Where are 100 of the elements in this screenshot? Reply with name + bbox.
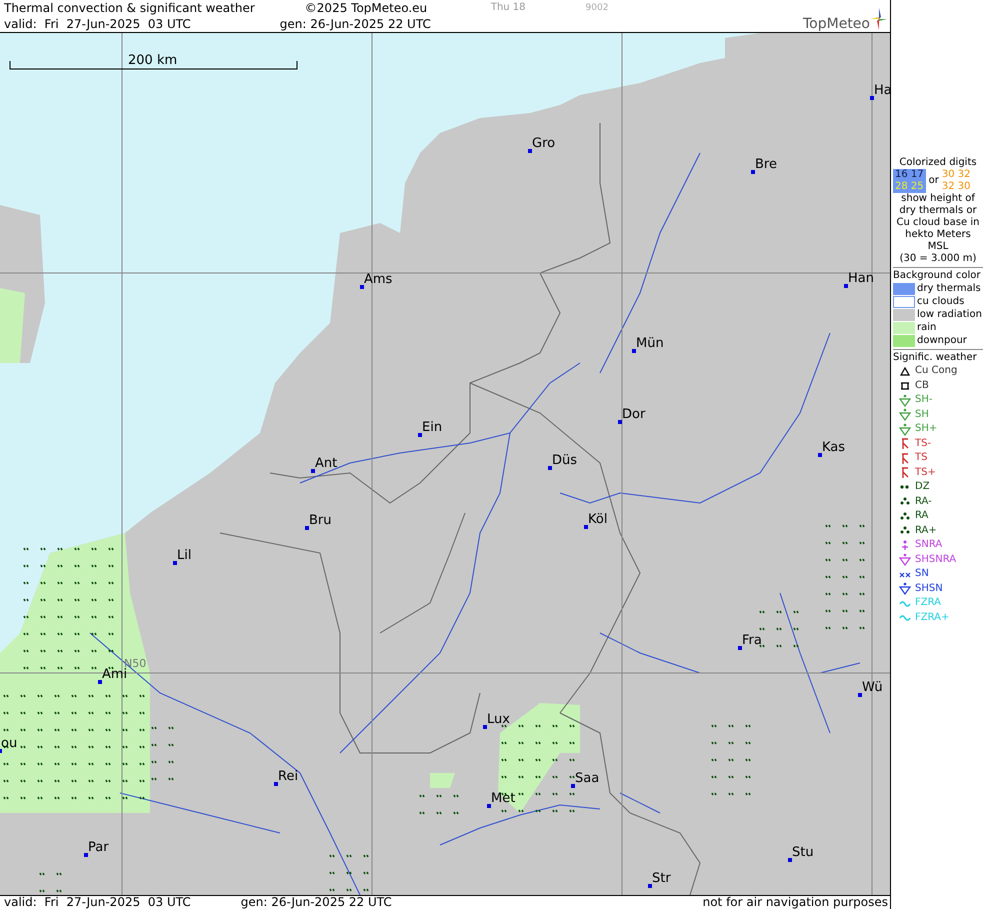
city-marker-icon [173, 561, 177, 565]
legend-label: Cu Cong [915, 365, 958, 378]
shower-symbol-icon [899, 422, 911, 436]
digits-sample: 30 32 [942, 169, 971, 181]
city-label: Köl [588, 512, 608, 527]
legend-label: low radiation [917, 308, 982, 320]
valid-time: valid: Fri 27-Jun-2025 03 UTC [4, 16, 192, 32]
or-text: or [928, 175, 939, 187]
city-label: Saa [575, 771, 600, 786]
legend-label: cu clouds [917, 296, 964, 308]
city-marker-icon [584, 525, 588, 529]
legend-label: FZRA+ [915, 612, 950, 624]
city-marker-icon [311, 469, 315, 473]
city-marker-icon [618, 420, 622, 424]
city-marker-icon [648, 884, 652, 888]
city-label: Ant [315, 456, 338, 471]
city-marker-icon [0, 749, 2, 753]
city-marker-icon [274, 782, 278, 786]
city-label: Düs [552, 453, 578, 468]
city-label: Lil [177, 548, 192, 563]
digits-sample: 16 17 [895, 169, 924, 181]
thunder-symbol-icon [899, 466, 911, 480]
legend-label: dry thermals [917, 282, 981, 294]
generated-time: gen: 26-Jun-2025 22 UTC [240, 896, 392, 909]
city-label: Ein [422, 420, 442, 435]
city-label: Fra [742, 633, 762, 648]
city-label: Par [88, 840, 109, 855]
city-marker-icon [84, 853, 88, 857]
legend-label: rain [917, 322, 936, 334]
shower-symbol-icon [899, 553, 911, 566]
legend-label: FZRA [915, 597, 941, 610]
city-marker-icon [751, 170, 755, 174]
city-label: Han [848, 271, 874, 286]
legend-label: SH+ [915, 423, 938, 436]
city-marker-icon [483, 725, 487, 729]
legend-label: CB [915, 380, 929, 392]
map-title: Thermal convection & significant weather [4, 0, 255, 16]
legend-label: TS- [915, 438, 932, 450]
legend-label: SHSN [915, 582, 943, 595]
shower-symbol-icon [899, 394, 911, 407]
copyright-text: ©2025 TopMeteo.eu [304, 0, 428, 16]
city-marker-icon [738, 646, 742, 650]
legend-label: SH- [915, 394, 932, 406]
city-label: Gro [532, 136, 556, 151]
legend-heading: Colorized digits [898, 157, 978, 169]
valid-time: valid: Fri 27-Jun-2025 03 UTC [4, 896, 191, 909]
city-marker-icon [818, 453, 822, 457]
city-label: Bre [755, 157, 777, 172]
city-label: Lux [487, 712, 510, 727]
city-marker-icon [418, 433, 422, 437]
legend-label: TS+ [915, 466, 936, 479]
city-marker-icon [98, 680, 102, 684]
logo-text: TopMeteo [803, 16, 870, 32]
city-label: Met [491, 791, 516, 806]
legend-heading: Signific. weather [893, 352, 978, 364]
generated-time: gen: 26-Jun-2025 22 UTC [280, 16, 431, 32]
day-label: Thu 18 [490, 1, 526, 15]
digits-sample: 28 25 [895, 181, 924, 193]
legend-label: SNRA [915, 539, 942, 552]
legend-label: downpour [917, 334, 967, 346]
legend-description: show height of dry thermals or Cu cloud base in hekto Meters MSL [896, 193, 980, 253]
legend-heading: Background color [893, 270, 982, 282]
city-marker-icon [632, 349, 636, 353]
legend-label: RA- [915, 496, 932, 508]
city-label: Kas [822, 440, 846, 455]
city-marker-icon [548, 466, 552, 470]
legend-label: DZ [915, 481, 930, 494]
city-marker-icon [788, 858, 792, 862]
legend-label: SN [915, 568, 929, 580]
shower-symbol-icon [899, 408, 911, 422]
city-label: Dor [622, 407, 646, 422]
city-label: ou [1, 736, 18, 751]
legend-label: RA+ [915, 524, 937, 537]
cloud-symbol-icon [899, 364, 911, 378]
shower-symbol-icon [899, 582, 911, 596]
city-label: Stu [792, 845, 814, 860]
digits-sample: 32 30 [942, 181, 971, 193]
legend-example: (30 = 3.000 m) [898, 253, 978, 265]
city-marker-icon [360, 285, 364, 289]
city-marker-icon [870, 96, 874, 100]
code-label: 9002 [586, 2, 608, 15]
city-marker-icon [528, 149, 532, 153]
city-label: Ami [102, 667, 128, 682]
city-marker-icon [844, 284, 848, 288]
city-label: Str [652, 871, 671, 886]
legend-label: SHSNRA [915, 554, 956, 566]
grid-label: N50 [124, 657, 146, 670]
city-label: Bru [309, 513, 332, 528]
disclaimer-text: not for air navigation purposes [702, 896, 888, 909]
city-label: Rei [278, 769, 298, 784]
legend-label: RA [915, 510, 928, 522]
thunder-symbol-icon [899, 437, 911, 450]
legend-label: SH [915, 408, 929, 421]
thunder-symbol-icon [899, 452, 911, 465]
city-label: Mün [636, 336, 664, 351]
city-marker-icon [305, 526, 309, 530]
city-marker-icon [858, 693, 862, 697]
city-marker-icon [571, 784, 575, 788]
compass-star-icon [870, 6, 888, 32]
city-label: Wü [862, 680, 883, 695]
